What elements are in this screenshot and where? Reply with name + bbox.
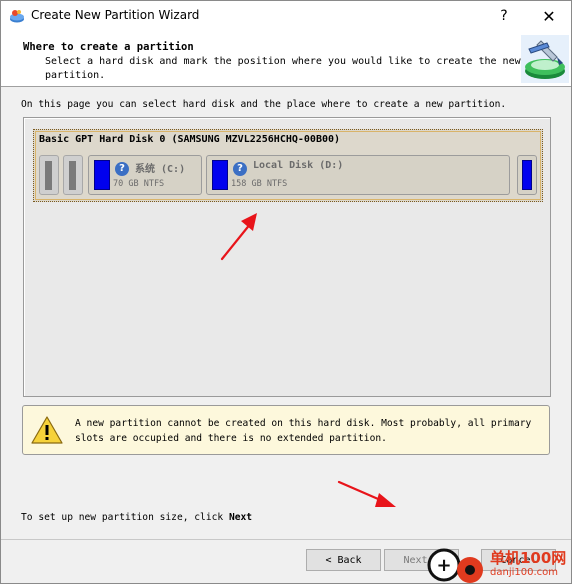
warning-message: A new partition cannot be created on thi…	[22, 405, 550, 455]
app-icon	[10, 10, 24, 23]
footer-instruction-text: To set up new partition size, click	[21, 512, 229, 523]
back-button[interactable]: < Back	[306, 549, 381, 571]
reserved-partition-bar	[69, 161, 76, 190]
partition-name: 系统 (C:)	[135, 164, 186, 175]
partition-c[interactable]: ? 系统 (C:) 70 GB NTFS	[88, 155, 202, 195]
question-icon: ?	[233, 162, 247, 176]
partition-color-bar	[212, 160, 228, 190]
warning-icon	[31, 416, 63, 444]
watermark-logo-icon: +	[427, 548, 483, 583]
reserved-partition-slot[interactable]	[39, 155, 59, 195]
disk-map-panel[interactable]: Basic GPT Hard Disk 0 (SAMSUNG MZVL2256H…	[23, 117, 551, 397]
wizard-window: Create New Partition Wizard ? ✕ Where to…	[0, 0, 572, 584]
title-bar[interactable]: Create New Partition Wizard ? ✕	[1, 1, 571, 31]
partition-color-bar	[522, 160, 532, 190]
question-icon: ?	[115, 162, 129, 176]
disk-row-selected[interactable]: Basic GPT Hard Disk 0 (SAMSUNG MZVL2256H…	[33, 129, 543, 202]
watermark: + 单机100网 danji100.com	[426, 546, 571, 583]
svg-text:+: +	[436, 555, 451, 576]
disk-label: Basic GPT Hard Disk 0 (SAMSUNG MZVL2256H…	[39, 134, 341, 145]
intro-text: On this page you can select hard disk an…	[21, 99, 507, 110]
window-title: Create New Partition Wizard	[31, 8, 200, 22]
close-button[interactable]: ✕	[526, 1, 571, 31]
arrow-down-icon	[337, 480, 396, 507]
page-title: Where to create a partition	[23, 41, 194, 53]
partition-info: 70 GB NTFS	[113, 179, 165, 189]
footer-instruction: To set up new partition size, click Next	[21, 512, 252, 523]
warning-text: A new partition cannot be created on thi…	[75, 418, 532, 444]
partition-color-bar	[94, 160, 110, 190]
watermark-url: danji100.com	[490, 567, 558, 578]
footer-next-keyword: Next	[228, 512, 253, 523]
partition-wizard-icon	[521, 35, 569, 83]
wizard-header: Where to create a partition Select a har…	[1, 31, 571, 87]
watermark-text: 单机100网	[490, 549, 567, 567]
partition-info: 158 GB NTFS	[231, 179, 288, 189]
page-description: Select a hard disk and mark the position…	[45, 56, 521, 81]
reserved-partition-bar	[45, 161, 52, 190]
partition-name: Local Disk (D:)	[253, 160, 344, 171]
help-button[interactable]: ?	[481, 1, 527, 31]
partition-d[interactable]: ? Local Disk (D:) 158 GB NTFS	[206, 155, 510, 195]
partition-recovery-slot[interactable]	[517, 155, 537, 195]
reserved-partition-slot[interactable]	[63, 155, 83, 195]
